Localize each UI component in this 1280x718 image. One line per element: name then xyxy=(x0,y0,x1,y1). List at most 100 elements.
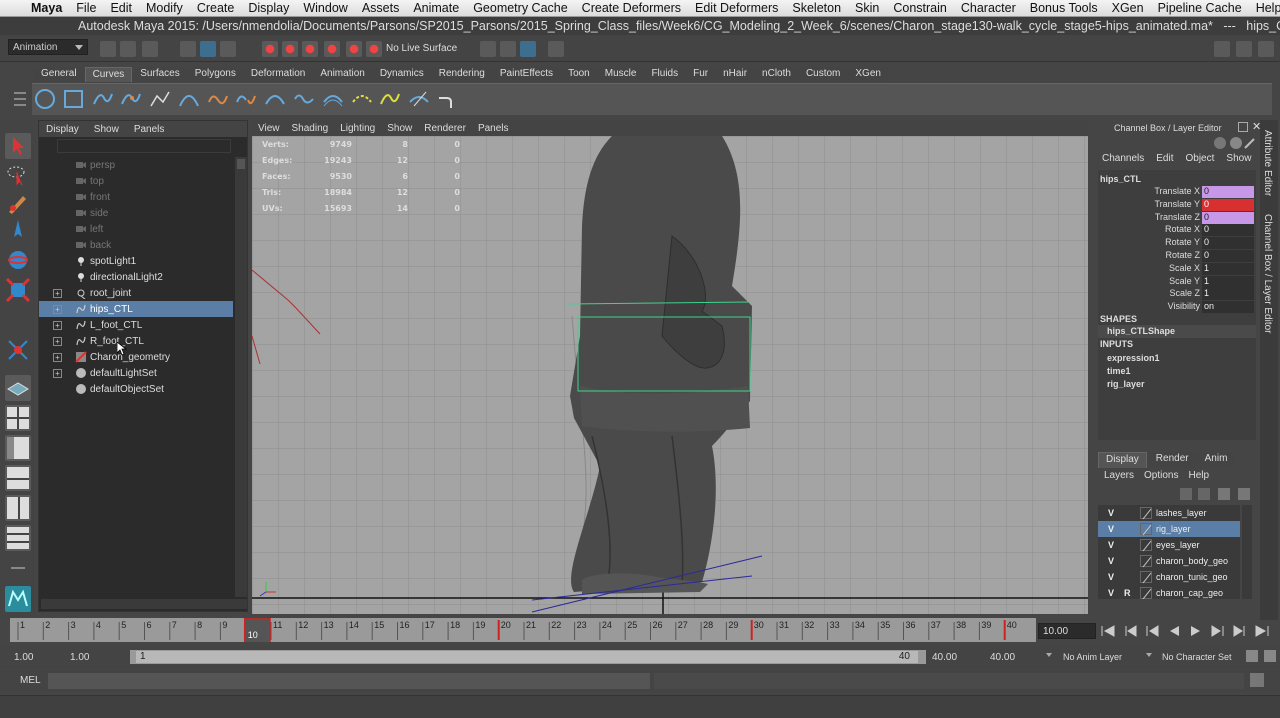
layer-tab-display[interactable]: Display xyxy=(1098,452,1147,468)
toolbox-more-icon[interactable] xyxy=(5,555,31,581)
move-tool-icon[interactable] xyxy=(5,217,31,243)
snap-grid-icon[interactable] xyxy=(262,41,278,57)
menu-geometry-cache[interactable]: Geometry Cache xyxy=(466,1,574,15)
make-live-icon[interactable] xyxy=(346,41,362,57)
command-language-toggle[interactable]: MEL xyxy=(20,675,41,686)
viewport-menu-lighting[interactable]: Lighting xyxy=(340,123,375,134)
outliner-item-front[interactable]: front xyxy=(39,189,233,205)
snap-point-icon[interactable] xyxy=(302,41,318,57)
channel-value[interactable]: 0 xyxy=(1202,186,1254,198)
channel-rotate-z[interactable]: Rotate Z0 xyxy=(1098,250,1256,263)
persp-outliner-layout-icon[interactable] xyxy=(5,435,31,461)
render-view-icon[interactable] xyxy=(548,41,564,57)
paint-select-tool-icon[interactable] xyxy=(5,190,31,216)
channel-value[interactable]: 1 xyxy=(1202,288,1254,301)
menu-constrain[interactable]: Constrain xyxy=(886,1,954,15)
expand-icon[interactable]: + xyxy=(53,352,62,362)
outliner-item-persp[interactable]: persp xyxy=(39,157,233,173)
animation-start-field[interactable]: 1.00 xyxy=(14,652,33,663)
shelf-tab-surfaces[interactable]: Surfaces xyxy=(133,67,187,82)
step-back-frame-icon[interactable] xyxy=(1144,625,1160,637)
step-forward-key-icon[interactable] xyxy=(1232,625,1248,637)
viewport-menu-renderer[interactable]: Renderer xyxy=(424,123,466,134)
menu-display[interactable]: Display xyxy=(241,1,296,15)
anim-layer-selector[interactable]: No Anim Layer xyxy=(1063,652,1122,662)
channel-value[interactable]: 1 xyxy=(1202,262,1254,275)
viewport-menu-show[interactable]: Show xyxy=(387,123,412,134)
menu-edit-deformers[interactable]: Edit Deformers xyxy=(688,1,785,15)
channel-scale-y[interactable]: Scale Y1 xyxy=(1098,275,1256,289)
channel-value[interactable]: 1 xyxy=(1202,275,1254,288)
channel-translate-z[interactable]: Translate Z0 xyxy=(1098,211,1256,225)
channel-scale-z[interactable]: Scale Z1 xyxy=(1098,288,1256,301)
layer-row-charon-cap-geo[interactable]: V Rcharon_cap_geo xyxy=(1098,585,1240,599)
outliner-vertical-scrollbar[interactable] xyxy=(235,157,247,597)
layer-row-charon-tunic-geo[interactable]: Vcharon_tunic_geo xyxy=(1098,569,1240,585)
shelf-tab-ncloth[interactable]: nCloth xyxy=(755,67,798,82)
channel-value[interactable]: 0 xyxy=(1202,237,1254,250)
menu-pipeline-cache[interactable]: Pipeline Cache xyxy=(1151,1,1249,15)
step-forward-frame-icon[interactable] xyxy=(1210,625,1226,637)
menu-app[interactable]: Maya xyxy=(24,1,69,15)
go-to-start-icon[interactable] xyxy=(1100,625,1116,637)
expand-icon[interactable]: + xyxy=(53,320,62,330)
menu-skeleton[interactable]: Skeleton xyxy=(785,1,848,15)
rebuild-curve-icon[interactable] xyxy=(379,88,401,110)
scale-tool-icon[interactable] xyxy=(5,277,31,303)
channel-box-menu-channels[interactable]: Channels xyxy=(1102,153,1144,169)
play-backwards-icon[interactable] xyxy=(1166,625,1182,637)
extend-curve-icon[interactable] xyxy=(293,88,315,110)
viewport-menu-shading[interactable]: Shading xyxy=(292,123,329,134)
shelf-tab-custom[interactable]: Custom xyxy=(798,67,848,82)
float-panel-icon[interactable] xyxy=(1238,122,1248,132)
outliner-menu-panels[interactable]: Panels xyxy=(134,124,165,135)
new-scene-icon[interactable] xyxy=(100,41,116,57)
anim-layer-dropdown-icon[interactable] xyxy=(1046,653,1052,657)
persp-viewport[interactable]: Verts: 9749 8 0 Edges: 19243 12 0 Faces: 9530 6 0 Tr… xyxy=(252,136,1088,614)
channel-box-menu-show[interactable]: Show xyxy=(1226,153,1251,169)
input-ops-icon[interactable] xyxy=(480,41,496,57)
new-empty-layer-icon[interactable] xyxy=(1218,488,1230,500)
nurbs-circle-icon[interactable] xyxy=(34,88,56,110)
keyframe-marker[interactable] xyxy=(497,620,500,640)
outliner-item-defaultobjectset[interactable]: defaultObjectSet xyxy=(39,381,233,397)
shelf-tab-general[interactable]: General xyxy=(34,67,84,82)
outliner-item-hips-ctl[interactable]: + hips_CTL xyxy=(39,301,233,317)
maya-dock-icon[interactable] xyxy=(5,586,31,612)
arc-icon[interactable] xyxy=(178,88,200,110)
layer-row-lashes-layer[interactable]: Vlashes_layer xyxy=(1098,505,1240,521)
animation-end-field[interactable]: 40.00 xyxy=(990,652,1015,663)
show-manipulator-tool-icon[interactable] xyxy=(5,337,31,363)
outliner-item-r-foot-ctl[interactable]: + R_foot_CTL xyxy=(39,333,233,349)
shelf-tab-toon[interactable]: Toon xyxy=(561,67,597,82)
channel-rotate-y[interactable]: Rotate Y0 xyxy=(1098,237,1256,250)
live-surface-icon[interactable] xyxy=(366,41,382,57)
curve-detach-icon[interactable] xyxy=(235,88,257,110)
menu-file[interactable]: File xyxy=(69,1,103,15)
current-frame-field[interactable]: 10.00 xyxy=(1038,623,1096,639)
viewport-menu-panels[interactable]: Panels xyxy=(478,123,509,134)
open-scene-icon[interactable] xyxy=(120,41,136,57)
layer-row-charon-body-geo[interactable]: Vcharon_body_geo xyxy=(1098,553,1240,569)
layer-visibility-toggle[interactable]: V xyxy=(1108,524,1114,534)
menu-assets[interactable]: Assets xyxy=(355,1,407,15)
show-attribute-editor-icon[interactable] xyxy=(1214,41,1230,57)
outliner-item-back[interactable]: back xyxy=(39,237,233,253)
go-to-end-icon[interactable] xyxy=(1254,625,1270,637)
reverse-curve-icon[interactable] xyxy=(351,88,373,110)
move-layer-up-icon[interactable] xyxy=(1180,488,1192,500)
outliner-item-charon-geometry[interactable]: + Charon_geometry xyxy=(39,349,233,365)
tab-channel-box-layer-editor[interactable]: Channel Box / Layer Editor xyxy=(1262,214,1273,334)
layer-visibility-toggle[interactable]: V xyxy=(1108,556,1114,566)
shelf-tab-fluids[interactable]: Fluids xyxy=(644,67,686,82)
tab-attribute-editor[interactable]: Attribute Editor xyxy=(1262,130,1273,196)
ep-curve-icon[interactable] xyxy=(120,88,142,110)
pencil-curve-icon[interactable] xyxy=(149,88,171,110)
menu-skin[interactable]: Skin xyxy=(848,1,886,15)
menu-edit[interactable]: Edit xyxy=(103,1,139,15)
outliner-item-root-joint[interactable]: + root_joint xyxy=(39,285,233,301)
layer-color-swatch[interactable] xyxy=(1140,571,1152,584)
outliner-item-side[interactable]: side xyxy=(39,205,233,221)
snap-curve-icon[interactable] xyxy=(282,41,298,57)
channel-box-menu-object[interactable]: Object xyxy=(1186,153,1215,169)
